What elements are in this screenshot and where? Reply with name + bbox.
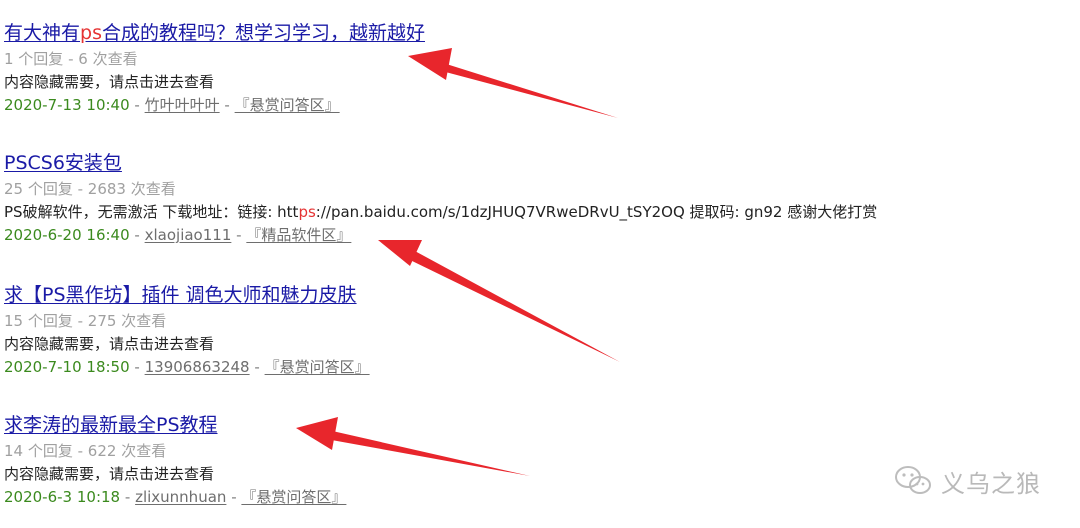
- result-summary: 内容隐藏需要，请点击进去查看: [4, 463, 1004, 485]
- result-item: 求李涛的最新最全PS教程 14 个回复 - 622 次查看 内容隐藏需要，请点击…: [4, 412, 1004, 508]
- forum-link[interactable]: 『精品软件区』: [246, 226, 351, 244]
- meta-separator: -: [236, 226, 242, 244]
- title-text: 有大神有: [4, 22, 81, 44]
- result-item: PSCS6安装包 25 个回复 - 2683 次查看 PS破解软件，无需激活 下…: [4, 150, 1004, 246]
- summary-highlight: ps: [298, 203, 316, 221]
- author-link[interactable]: 竹叶叶叶叶: [145, 96, 220, 114]
- meta-separator: -: [124, 488, 131, 506]
- result-summary: 内容隐藏需要，请点击进去查看: [4, 333, 1004, 355]
- watermark: 义乌之狼: [893, 463, 1063, 499]
- result-title-link[interactable]: PSCS6安装包: [4, 150, 122, 176]
- summary-text: ://pan.baidu.com/s/1dzJHUQ7VRweDRvU_tSY2…: [315, 203, 878, 221]
- summary-text: 内容隐藏需要，请点击进去查看: [4, 465, 215, 483]
- post-date: 2020-7-10 18:50: [4, 358, 130, 376]
- post-date: 2020-6-20 16:40: [4, 226, 130, 244]
- meta-separator: -: [231, 488, 237, 506]
- author-link[interactable]: xlaojiao111: [145, 226, 232, 244]
- forum-link[interactable]: 『悬赏问答区』: [235, 96, 340, 114]
- result-stats: 25 个回复 - 2683 次查看: [4, 180, 176, 198]
- result-stats: 14 个回复 - 622 次查看: [4, 442, 167, 460]
- meta-separator: -: [134, 96, 140, 114]
- result-meta: 2020-6-3 10:18 - zlixunnhuan - 『悬赏问答区』: [4, 486, 1004, 508]
- forum-link[interactable]: 『悬赏问答区』: [265, 358, 370, 376]
- post-date: 2020-6-3 10:18: [4, 488, 121, 506]
- summary-text: 内容隐藏需要，请点击进去查看: [4, 73, 215, 91]
- title-text: 合成的教程吗？想学习学习，越新越好: [101, 22, 425, 44]
- result-summary: 内容隐藏需要，请点击进去查看: [4, 71, 1004, 93]
- result-title-link[interactable]: 求李涛的最新最全PS教程: [4, 412, 218, 438]
- title-highlight: ps: [80, 22, 102, 44]
- result-stats: 15 个回复 - 275 次查看: [4, 312, 167, 330]
- post-date: 2020-7-13 10:40: [4, 96, 130, 114]
- result-summary: PS破解软件，无需激活 下载地址：链接: https://pan.baidu.c…: [4, 201, 1004, 223]
- forum-link[interactable]: 『悬赏问答区』: [241, 488, 346, 506]
- author-link[interactable]: 13906863248: [145, 358, 250, 376]
- meta-separator: -: [134, 358, 140, 376]
- result-title-link[interactable]: 求【PS黑作坊】插件 调色大师和魅力皮肤: [4, 282, 357, 308]
- meta-separator: -: [134, 226, 140, 244]
- summary-text: 内容隐藏需要，请点击进去查看: [4, 335, 215, 353]
- result-meta: 2020-7-13 10:40 - 竹叶叶叶叶 - 『悬赏问答区』: [4, 94, 1004, 116]
- author-link[interactable]: zlixunnhuan: [135, 488, 226, 506]
- watermark-text: 义乌之狼: [941, 469, 1041, 498]
- title-text: 求【PS黑作坊】插件 调色大师和魅力皮肤: [4, 284, 357, 306]
- title-text: 求李涛的最新最全PS教程: [4, 414, 218, 436]
- title-text: PSCS6安装包: [4, 152, 122, 174]
- summary-text: PS破解软件，无需激活 下载地址：链接: htt: [4, 203, 299, 221]
- result-meta: 2020-7-10 18:50 - 13906863248 - 『悬赏问答区』: [4, 356, 1004, 378]
- result-title-link[interactable]: 有大神有ps合成的教程吗？想学习学习，越新越好: [4, 20, 425, 46]
- result-item: 求【PS黑作坊】插件 调色大师和魅力皮肤 15 个回复 - 275 次查看 内容…: [4, 282, 1004, 378]
- meta-separator: -: [224, 96, 230, 114]
- result-stats: 1 个回复 - 6 次查看: [4, 50, 138, 68]
- wechat-icon: [895, 466, 931, 494]
- meta-separator: -: [254, 358, 260, 376]
- result-meta: 2020-6-20 16:40 - xlaojiao111 - 『精品软件区』: [4, 224, 1004, 246]
- result-item: 有大神有ps合成的教程吗？想学习学习，越新越好 1 个回复 - 6 次查看 内容…: [4, 20, 1004, 116]
